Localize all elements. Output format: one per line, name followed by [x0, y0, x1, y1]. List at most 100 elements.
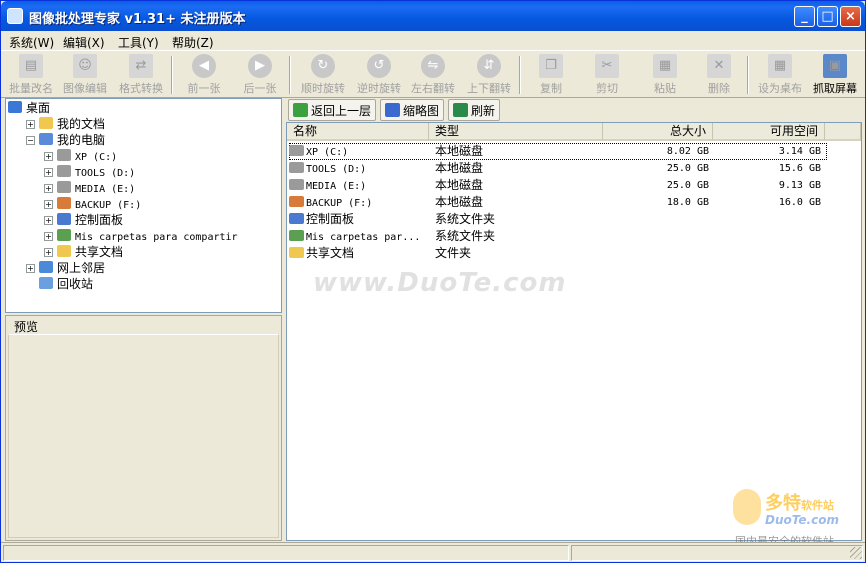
toolbar-button-7[interactable]: ↺ 逆时旋转 [353, 54, 405, 96]
paste-icon: ▦ [653, 54, 677, 78]
toolbar-label: 删除 [708, 82, 730, 95]
toolbar-label: 格式转换 [119, 82, 163, 95]
watermark-brand-main: 多特 [765, 493, 801, 514]
toolbar-button-10[interactable]: ❐ 复制 [529, 54, 573, 96]
tree-item[interactable]: + Mis carpetas para compartir [44, 228, 238, 244]
watermark-brand: 多特软件站 [765, 489, 834, 515]
menu-help[interactable]: 帮助(Z) [172, 34, 214, 51]
toolbar-button-1[interactable]: ▤ 批量改名 [5, 54, 57, 96]
list-item-type: 本地磁盘 [435, 195, 484, 209]
shared-folders-icon [289, 230, 304, 241]
tree-item-label: 网上邻居 [57, 261, 106, 275]
list-item-name: 控制面板 [306, 212, 355, 226]
tree-item[interactable]: + 网上邻居 [26, 260, 105, 276]
toolbar-button-2[interactable]: ☺ 图像编辑 [59, 54, 111, 96]
minimize-button[interactable]: _ [794, 6, 815, 27]
list-item-name: Mis carpetas par... [306, 232, 421, 243]
list-item[interactable]: TOOLS (D:) 本地磁盘 25.0 GB 15.6 GB [287, 160, 861, 177]
tree-item[interactable]: + TOOLS (D:) [44, 164, 135, 180]
tree-item[interactable]: 桌面 [8, 100, 50, 116]
toolbar-label: 顺时旋转 [301, 82, 345, 95]
status-panel-right [571, 545, 863, 561]
expand-icon[interactable]: + [44, 200, 53, 209]
toolbar-label: 抓取屏幕 [813, 82, 857, 95]
folder-tree[interactable]: 桌面 + 我的文档 − 我的电脑 + XP (C:) + TOOLS (D:) + MEDIA (E… [5, 98, 282, 313]
tree-item[interactable]: + BACKUP (F:) [44, 196, 141, 212]
refresh-button[interactable]: 刷新 [448, 99, 501, 121]
toolbar-label: 剪切 [596, 82, 618, 95]
toolbar-button-14[interactable]: ▦ 设为桌布 [753, 54, 807, 96]
title-bar[interactable]: 图像批处理专家 v1.31+ 未注册版本 _ □ × [1, 1, 865, 31]
toolbar-button-5[interactable]: ▶ 后一张 [235, 54, 285, 96]
folder-icon [289, 247, 304, 258]
list-item[interactable]: Mis carpetas par... 系统文件夹 [287, 228, 861, 245]
tree-item-label: MEDIA (E:) [75, 184, 136, 195]
column-name[interactable]: 名称 [287, 123, 429, 141]
expand-icon[interactable]: + [44, 168, 53, 177]
resize-grip[interactable] [850, 547, 862, 559]
hard-drive-icon [57, 181, 71, 193]
close-button[interactable]: × [840, 6, 861, 27]
control-panel-icon [57, 213, 71, 225]
column-type[interactable]: 类型 [429, 123, 603, 141]
tree-item[interactable]: + 我的文档 [26, 116, 105, 132]
up-level-button[interactable]: 返回上一层 [288, 99, 377, 121]
watermark-logo: 多特软件站 DuoTe.com 国内最安全的软件站 [729, 489, 859, 549]
app-window: 图像批处理专家 v1.31+ 未注册版本 _ □ × 系统(W) 编辑(X) 工… [0, 0, 866, 563]
toolbar-button-11[interactable]: ✂ 剪切 [585, 54, 629, 96]
toolbar-button-4[interactable]: ◀ 前一张 [179, 54, 229, 96]
expand-icon[interactable]: + [44, 216, 53, 225]
menu-system[interactable]: 系统(W) [9, 34, 54, 51]
expand-icon[interactable]: + [44, 232, 53, 241]
menu-tools[interactable]: 工具(Y) [118, 34, 159, 51]
expand-icon[interactable]: + [44, 184, 53, 193]
toolbar-label: 设为桌布 [758, 82, 802, 95]
menu-bar: 系统(W) 编辑(X) 工具(Y) 帮助(Z) [1, 31, 865, 51]
tree-item[interactable]: 回收站 [26, 276, 93, 292]
window-title: 图像批处理专家 v1.31+ 未注册版本 [29, 12, 246, 27]
menu-edit[interactable]: 编辑(X) [63, 34, 105, 51]
thumbnails-button[interactable]: 缩略图 [380, 99, 445, 121]
column-free-space[interactable]: 可用空间 [713, 123, 825, 141]
maximize-button[interactable]: □ [817, 6, 838, 27]
tree-item-label: Mis carpetas para compartir [75, 232, 238, 243]
tree-item[interactable]: + MEDIA (E:) [44, 180, 135, 196]
copy-icon: ❐ [539, 54, 563, 78]
tree-item[interactable]: − 我的电脑 [26, 132, 105, 148]
expand-icon[interactable]: + [26, 264, 35, 273]
list-item[interactable]: BACKUP (F:) 本地磁盘 18.0 GB 16.0 GB [287, 194, 861, 211]
column-filler [825, 123, 861, 141]
toolbar-button-9[interactable]: ⇵ 上下翻转 [463, 54, 515, 96]
column-total-size[interactable]: 总大小 [603, 123, 713, 141]
tree-item[interactable]: + 控制面板 [44, 212, 123, 228]
tree-item-label: 共享文档 [75, 245, 124, 259]
expand-icon[interactable]: + [26, 120, 35, 129]
file-list[interactable]: 名称 类型 总大小 可用空间 XP (C:) 本地磁盘 8.02 GB 3.14 GB… [286, 122, 862, 541]
mascot-icon [733, 489, 761, 525]
toolbar-button-12[interactable]: ▦ 粘贴 [643, 54, 687, 96]
tree-item[interactable]: + 共享文档 [44, 244, 123, 260]
list-item[interactable]: MEDIA (E:) 本地磁盘 25.0 GB 9.13 GB [287, 177, 861, 194]
status-bar [1, 542, 865, 562]
toolbar-button-3[interactable]: ⇄ 格式转换 [113, 54, 169, 96]
toolbar-button-15[interactable]: ▣ 抓取屏幕 [807, 54, 863, 96]
list-item-total-size: 25.0 GB [666, 163, 709, 174]
list-item[interactable]: 共享文档 文件夹 [287, 245, 861, 262]
list-item-type: 本地磁盘 [435, 161, 484, 175]
tree-item[interactable]: + XP (C:) [44, 148, 117, 164]
toolbar-button-13[interactable]: ✕ 删除 [697, 54, 741, 96]
collapse-icon[interactable]: − [26, 136, 35, 145]
hard-drive-icon [289, 162, 304, 173]
up-level-label: 返回上一层 [311, 104, 372, 118]
app-icon [7, 8, 23, 24]
expand-icon[interactable]: + [44, 248, 53, 257]
toolbar-button-6[interactable]: ↻ 顺时旋转 [297, 54, 349, 96]
hard-drive-icon [289, 179, 304, 190]
list-item-name: XP (C:) [306, 147, 349, 158]
hard-drive-icon [57, 197, 71, 209]
toolbar-button-8[interactable]: ⇋ 左右翻转 [407, 54, 459, 96]
list-item-type: 系统文件夹 [435, 212, 496, 226]
expand-icon[interactable]: + [44, 152, 53, 161]
list-item[interactable]: 控制面板 系统文件夹 [287, 211, 861, 228]
list-item[interactable]: XP (C:) 本地磁盘 8.02 GB 3.14 GB [289, 143, 827, 160]
